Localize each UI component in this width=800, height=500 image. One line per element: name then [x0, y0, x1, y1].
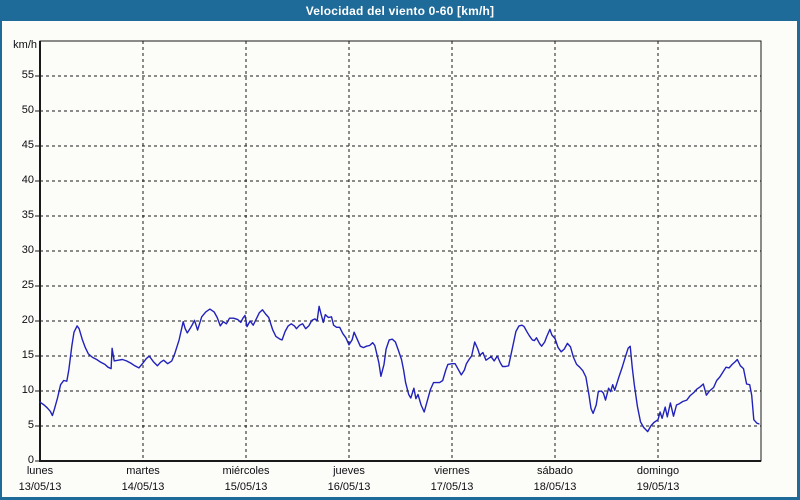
chart-canvas [0, 0, 800, 500]
wind-speed-line [40, 306, 759, 431]
chart-window: Velocidad del viento 0-60 [km/h] km/h 05… [0, 0, 800, 500]
